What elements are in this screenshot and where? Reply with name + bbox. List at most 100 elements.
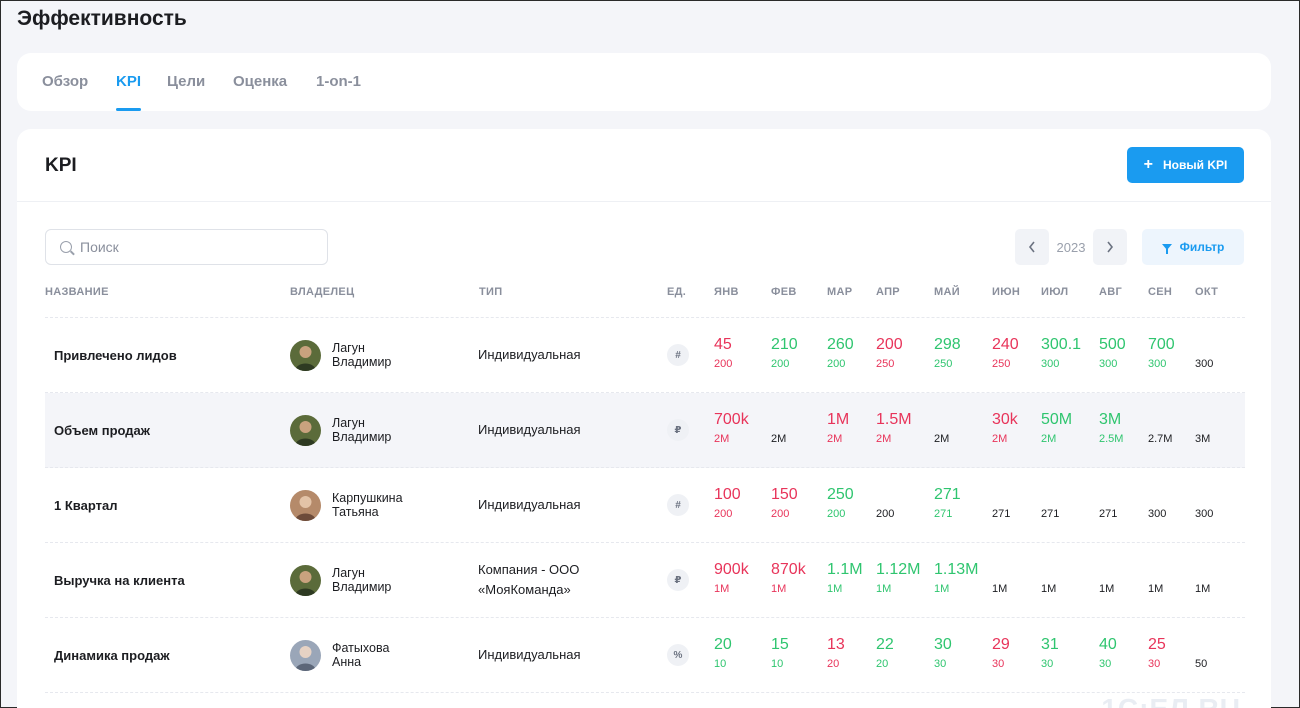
month-cell[interactable]: 1M: [1041, 561, 1056, 596]
month-cell[interactable]: 240 250: [992, 336, 1019, 371]
col-month[interactable]: ЯНВ: [714, 286, 739, 298]
month-cell[interactable]: 260 200: [827, 336, 854, 371]
month-cell[interactable]: 900k 1M: [714, 561, 749, 596]
col-name[interactable]: НАЗВАНИЕ: [45, 286, 109, 298]
month-actual: 1M: [827, 411, 850, 428]
month-cell[interactable]: 2.7M: [1148, 411, 1172, 446]
search-box[interactable]: [45, 229, 328, 265]
month-cell[interactable]: 3M: [1195, 411, 1210, 446]
new-kpi-button[interactable]: + Новый KPI: [1127, 147, 1244, 183]
month-cell[interactable]: 3M 2.5M: [1099, 411, 1123, 446]
month-cell[interactable]: 13 20: [827, 636, 845, 671]
month-cell[interactable]: 30 30: [934, 636, 952, 671]
month-cell[interactable]: 1M: [1195, 561, 1210, 596]
month-target: 300: [1195, 358, 1214, 370]
month-cell[interactable]: 271: [992, 486, 1010, 521]
owner-name[interactable]: Лагун Владимир: [332, 566, 391, 594]
month-cell[interactable]: 1M 2M: [827, 411, 849, 446]
month-cell[interactable]: 298 250: [934, 336, 961, 371]
tab-goals[interactable]: Цели: [167, 53, 205, 111]
month-actual: [1195, 336, 1213, 354]
month-cell[interactable]: 1.1M 1M: [827, 561, 863, 596]
tab-kpi[interactable]: KPI: [116, 53, 142, 111]
col-month[interactable]: СЕН: [1148, 286, 1172, 298]
table-row[interactable]: Динамика продаж Фатыхова Анна Индивидуаль…: [45, 618, 1245, 693]
month-cell[interactable]: 300: [1195, 336, 1213, 371]
owner-name[interactable]: Карпушкина Татьяна: [332, 491, 403, 519]
col-month[interactable]: МАР: [827, 286, 852, 298]
chevron-right-icon: [1107, 241, 1114, 253]
prev-year-button[interactable]: [1015, 229, 1049, 265]
month-cell[interactable]: 700k 2M: [714, 411, 749, 446]
col-month[interactable]: ИЮЛ: [1041, 286, 1068, 298]
tab-one-on-one[interactable]: 1-on-1: [316, 53, 361, 111]
month-cell[interactable]: 500 300: [1099, 336, 1126, 371]
month-cell[interactable]: 22 20: [876, 636, 894, 671]
next-year-button[interactable]: [1093, 229, 1127, 265]
col-type[interactable]: ТИП: [479, 286, 502, 298]
filter-button[interactable]: Фильтр: [1142, 229, 1244, 265]
month-cell[interactable]: 300: [1195, 486, 1213, 521]
month-cell[interactable]: 210 200: [771, 336, 798, 371]
section-title: KPI: [45, 155, 77, 176]
month-cell[interactable]: 15 10: [771, 636, 789, 671]
month-cell[interactable]: 271 271: [934, 486, 961, 521]
col-month[interactable]: ОКТ: [1195, 286, 1218, 298]
col-month[interactable]: ФЕВ: [771, 286, 797, 298]
month-target: 50: [1195, 658, 1208, 670]
owner-name[interactable]: Лагун Владимир: [332, 341, 391, 369]
month-cell[interactable]: 2M: [771, 411, 786, 446]
month-cell[interactable]: 1M: [1099, 561, 1114, 596]
month-cell[interactable]: 100 200: [714, 486, 741, 521]
kpi-name[interactable]: Привлечено лидов: [54, 348, 177, 363]
month-cell[interactable]: 40 30: [1099, 636, 1117, 671]
kpi-name[interactable]: Динамика продаж: [54, 648, 170, 663]
month-cell[interactable]: 870k 1M: [771, 561, 806, 596]
table-row[interactable]: Привлечено лидов Лагун Владимир Индивидуа…: [45, 318, 1245, 393]
col-month[interactable]: АПР: [876, 286, 900, 298]
month-cell[interactable]: 50: [1195, 636, 1207, 671]
col-owner[interactable]: ВЛАДЕЛЕЦ: [290, 286, 354, 298]
month-cell[interactable]: 1M: [992, 561, 1007, 596]
month-cell[interactable]: 300: [1148, 486, 1166, 521]
month-cell[interactable]: 300.1 300: [1041, 336, 1081, 371]
month-cell[interactable]: 271: [1099, 486, 1117, 521]
month-cell[interactable]: 1.13M 1M: [934, 561, 978, 596]
month-cell[interactable]: 1.12M 1M: [876, 561, 920, 596]
table-row[interactable]: Выручка на клиента Лагун Владимир Компани…: [45, 543, 1245, 618]
table-row[interactable]: Объем продаж Лагун Владимир Индивидуальна…: [45, 393, 1245, 468]
tab-review[interactable]: Оценка: [233, 53, 287, 111]
month-cell[interactable]: 50M 2M: [1041, 411, 1072, 446]
table-row[interactable]: 1 Квартал Карпушкина Татьяна Индивидуальн…: [45, 468, 1245, 543]
month-cell[interactable]: 200: [876, 486, 894, 521]
month-cell[interactable]: 20 10: [714, 636, 732, 671]
month-cell[interactable]: 1M: [1148, 561, 1163, 596]
col-month[interactable]: АВГ: [1099, 286, 1122, 298]
search-input[interactable]: [80, 239, 300, 255]
month-cell[interactable]: 45 200: [714, 336, 732, 371]
col-month[interactable]: МАЙ: [934, 286, 960, 298]
month-cell[interactable]: 2M: [934, 411, 949, 446]
month-cell[interactable]: 31 30: [1041, 636, 1059, 671]
owner-name[interactable]: Фатыхова Анна: [332, 641, 389, 669]
month-cell[interactable]: 1.5M 2M: [876, 411, 912, 446]
month-cell[interactable]: 200 250: [876, 336, 903, 371]
month-target: 1M: [1195, 583, 1211, 595]
owner-name[interactable]: Лагун Владимир: [332, 416, 391, 444]
col-unit[interactable]: ЕД.: [667, 286, 686, 298]
kpi-name[interactable]: Объем продаж: [54, 423, 150, 438]
month-actual: 40: [1099, 636, 1117, 653]
kpi-name[interactable]: Выручка на клиента: [54, 573, 185, 588]
month-cell[interactable]: 30k 2M: [992, 411, 1018, 446]
month-cell[interactable]: 250 200: [827, 486, 854, 521]
kpi-name[interactable]: 1 Квартал: [54, 498, 117, 513]
month-cell[interactable]: 29 30: [992, 636, 1010, 671]
month-actual: 240: [992, 336, 1019, 353]
month-cell[interactable]: 271: [1041, 486, 1059, 521]
kpi-type-line: Индивидуальная: [478, 347, 581, 362]
tab-overview[interactable]: Обзор: [42, 53, 88, 111]
month-cell[interactable]: 150 200: [771, 486, 798, 521]
month-cell[interactable]: 700 300: [1148, 336, 1175, 371]
col-month[interactable]: ИЮН: [992, 286, 1020, 298]
month-cell[interactable]: 25 30: [1148, 636, 1166, 671]
